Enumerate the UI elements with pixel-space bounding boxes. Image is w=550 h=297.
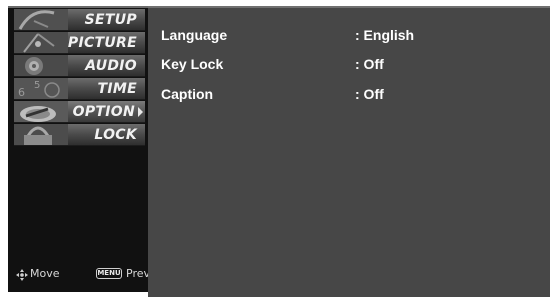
menu-item-label: AUDIO [85,58,137,74]
option-value: : English [355,27,415,43]
options-panel: Language : English Key Lock : Off Captio… [148,6,550,297]
menu-item-lock[interactable]: LOCK [14,124,145,146]
padlock-icon [14,124,68,145]
sidebar-top-rule [8,6,148,8]
menu-item-audio[interactable]: AUDIO [14,55,145,77]
menu-item-time[interactable]: 6 5 TIME [14,78,145,100]
menu-key-icon: MENU [96,268,122,279]
menu-item-label: PICTURE [67,35,137,51]
menu-item-option[interactable]: OPTION [14,101,145,123]
svg-text:6: 6 [18,86,25,99]
menu-item-label: TIME [97,81,137,97]
move-hint: Move [30,267,60,280]
selected-arrow-icon [138,107,143,117]
menu-item-label: SETUP [84,12,137,28]
option-value: : Off [355,86,384,102]
option-disc-icon [14,101,68,122]
option-name: Key Lock [161,56,224,72]
dpad-icon [16,269,28,281]
option-name: Caption [161,86,214,102]
menu-item-setup[interactable]: SETUP [14,9,145,31]
options-top-rule [148,6,550,8]
tv-osd-menu: SETUP PICTURE AUDIO 6 5 TIME OPTION LOCK… [0,0,550,297]
svg-text:5: 5 [34,80,40,91]
satellite-dish-icon [14,9,68,30]
menu-item-picture[interactable]: PICTURE [14,32,145,54]
antenna-icon [14,32,68,53]
option-name: Language [161,27,228,43]
menu-item-label: OPTION [72,104,135,120]
speaker-icon [14,55,68,76]
menu-item-label: LOCK [94,127,137,143]
clock-icon: 6 5 [14,78,68,99]
option-value: : Off [355,56,384,72]
menu-sidebar: SETUP PICTURE AUDIO 6 5 TIME OPTION LOCK… [8,6,150,292]
prev-hint: Prev [126,267,150,280]
